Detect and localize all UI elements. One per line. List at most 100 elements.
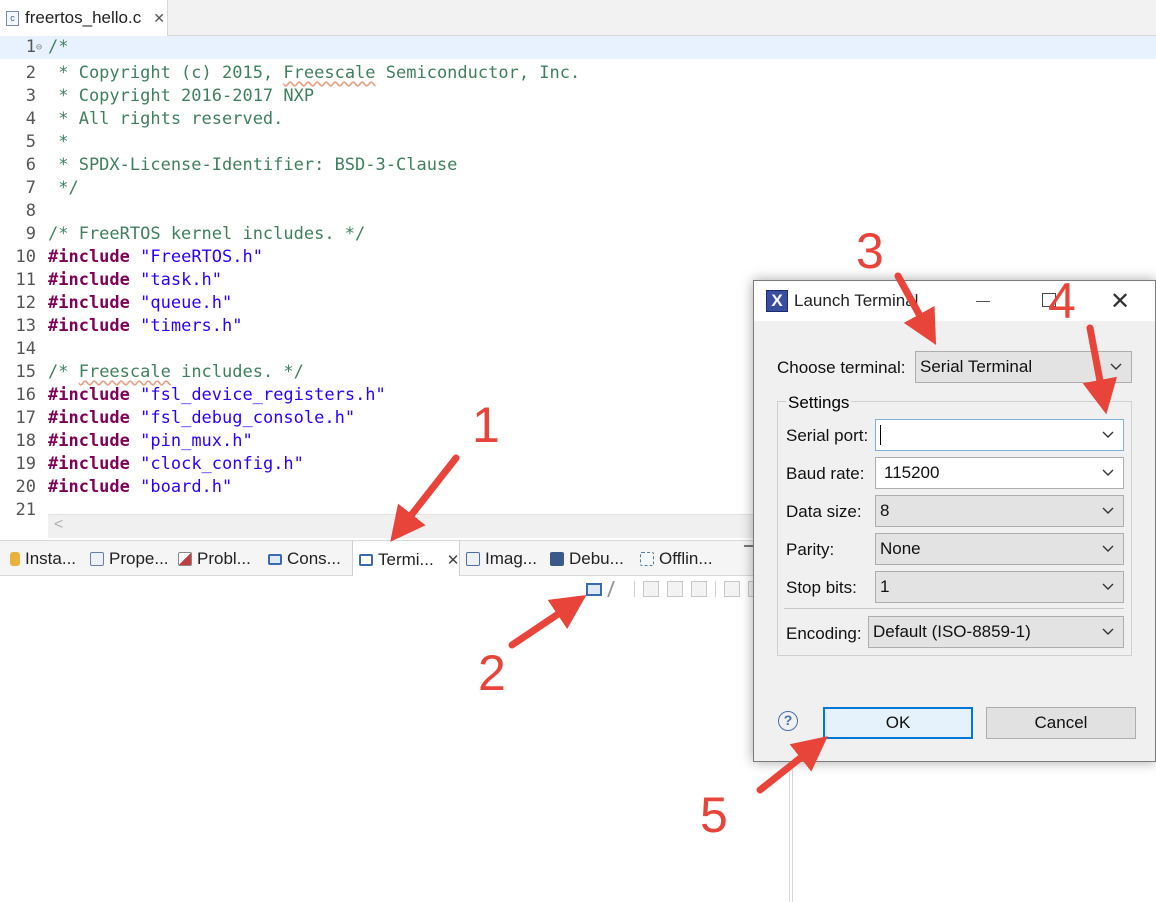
data-size-label: Data size:	[786, 502, 862, 521]
tab-problems[interactable]: Probl...	[172, 541, 251, 577]
clear-terminal-icon[interactable]	[667, 581, 683, 597]
line-number: 16	[15, 385, 36, 405]
code-token: includes. */	[170, 362, 304, 382]
code-token: * All rights reserved.	[48, 109, 284, 129]
parity-select[interactable]: None	[875, 533, 1124, 565]
serial-port-select[interactable]	[875, 419, 1124, 451]
code-token: #include	[48, 270, 130, 290]
tab-terminal[interactable]: Termi... ✕	[352, 541, 461, 578]
editor-tab-label: freertos_hello.c	[25, 8, 142, 27]
properties-icon	[90, 552, 104, 566]
tab-label: Termi...	[378, 549, 434, 569]
code-text: #include "clock_config.h"	[48, 453, 304, 476]
code-token: "clock_config.h"	[140, 454, 304, 474]
code-text: #include "timers.h"	[48, 315, 243, 338]
code-token: */	[48, 178, 79, 198]
tab-debugger-console[interactable]: Debu...	[544, 541, 624, 577]
code-line[interactable]: 2 * Copyright (c) 2015, Freescale Semico…	[0, 62, 1156, 85]
editor-tab-freertos-hello[interactable]: c freertos_hello.c ✕	[0, 0, 168, 36]
stop-bits-value: 1	[880, 577, 890, 596]
line-number: 7	[25, 178, 36, 198]
console-icon	[268, 553, 282, 565]
code-line[interactable]: 8	[0, 200, 1156, 223]
minimize-icon[interactable]	[976, 301, 990, 302]
code-line[interactable]: 10 #include "FreeRTOS.h"	[0, 246, 1156, 269]
close-icon[interactable]: ✕	[153, 10, 165, 27]
code-text: * SPDX-License-Identifier: BSD-3-Clause	[48, 154, 457, 177]
code-token: Freescale	[283, 63, 376, 83]
data-size-value: 8	[880, 501, 890, 520]
line-number: 17	[15, 408, 36, 428]
code-token: /*	[48, 362, 79, 382]
line-number: 10	[15, 247, 36, 267]
help-icon[interactable]: ?	[778, 711, 798, 731]
code-token: "fsl_device_registers.h"	[140, 385, 386, 405]
settings-legend: Settings	[786, 393, 852, 413]
code-line[interactable]: 6 * SPDX-License-Identifier: BSD-3-Claus…	[0, 154, 1156, 177]
choose-terminal-select[interactable]: Serial Terminal	[915, 351, 1132, 383]
tab-installed-sdks[interactable]: Insta...	[4, 541, 76, 577]
code-token: /*	[48, 37, 69, 57]
encoding-label: Encoding:	[786, 624, 862, 643]
tab-image-info[interactable]: Imag...	[460, 541, 537, 577]
code-text: * Copyright (c) 2015, Freescale Semicond…	[48, 62, 580, 85]
encoding-value: Default (ISO-8859-1)	[873, 622, 1031, 641]
ok-button[interactable]: OK	[823, 707, 973, 739]
line-number: 5	[25, 132, 36, 152]
parity-label: Parity:	[786, 540, 835, 559]
code-token: #include	[48, 385, 130, 405]
select-all-icon[interactable]	[691, 581, 707, 597]
code-line[interactable]: 7 */	[0, 177, 1156, 200]
terminal-icon	[359, 553, 373, 566]
image-info-icon	[466, 552, 480, 566]
scroll-lock-icon[interactable]	[643, 581, 659, 597]
close-icon[interactable]: ✕	[1110, 287, 1130, 315]
fold-toggle-icon[interactable]: ⊖	[36, 36, 42, 59]
cylinder-icon	[10, 552, 20, 566]
code-line[interactable]: 1 ⊖ /*	[0, 36, 1156, 59]
tab-properties[interactable]: Prope...	[84, 541, 169, 577]
code-token: "FreeRTOS.h"	[140, 247, 263, 267]
code-token: Semiconductor, Inc.	[375, 63, 581, 83]
tab-console[interactable]: Cons...	[262, 541, 341, 577]
line-number: 21	[15, 500, 36, 520]
tab-label: Debu...	[569, 549, 624, 568]
copy-icon[interactable]	[724, 581, 740, 597]
toolbar-separator	[715, 581, 716, 597]
code-text: * Copyright 2016-2017 NXP	[48, 85, 314, 108]
open-terminal-icon[interactable]	[586, 582, 602, 596]
choose-terminal-label: Choose terminal:	[777, 358, 906, 377]
code-token: * Copyright (c) 2015,	[48, 63, 284, 83]
disconnect-icon[interactable]	[607, 581, 629, 597]
code-token: #include	[48, 247, 130, 267]
maximize-icon[interactable]	[1042, 293, 1056, 307]
cancel-button[interactable]: Cancel	[986, 707, 1136, 739]
right-panel	[792, 760, 1156, 902]
code-line[interactable]: 4 * All rights reserved.	[0, 108, 1156, 131]
offline-icon	[640, 552, 654, 566]
data-size-select[interactable]: 8	[875, 495, 1124, 527]
code-text: #include "board.h"	[48, 476, 232, 499]
toolbar-separator	[634, 581, 635, 597]
code-text: */	[48, 177, 79, 200]
close-icon[interactable]: ✕	[447, 551, 460, 569]
code-line[interactable]: 3 * Copyright 2016-2017 NXP	[0, 85, 1156, 108]
scroll-left-icon[interactable]: <	[54, 516, 63, 534]
line-number: 12	[15, 293, 36, 313]
chevron-down-icon	[1110, 363, 1122, 370]
code-line[interactable]: 9 /* FreeRTOS kernel includes. */	[0, 223, 1156, 246]
settings-separator	[784, 608, 1124, 609]
line-number: 18	[15, 431, 36, 451]
encoding-select[interactable]: Default (ISO-8859-1)	[868, 616, 1124, 648]
dialog-title-bar: X Launch Terminal ✕	[754, 281, 1155, 321]
tab-offline-peripherals[interactable]: Offlin...	[634, 541, 713, 577]
terminal-view-content[interactable]	[0, 576, 790, 902]
debugger-icon	[550, 552, 564, 566]
stop-bits-select[interactable]: 1	[875, 571, 1124, 603]
baud-rate-select[interactable]: 115200	[875, 457, 1124, 489]
code-line[interactable]: 5 *	[0, 131, 1156, 154]
chevron-down-icon	[1102, 628, 1114, 635]
tab-label: Cons...	[287, 549, 341, 568]
